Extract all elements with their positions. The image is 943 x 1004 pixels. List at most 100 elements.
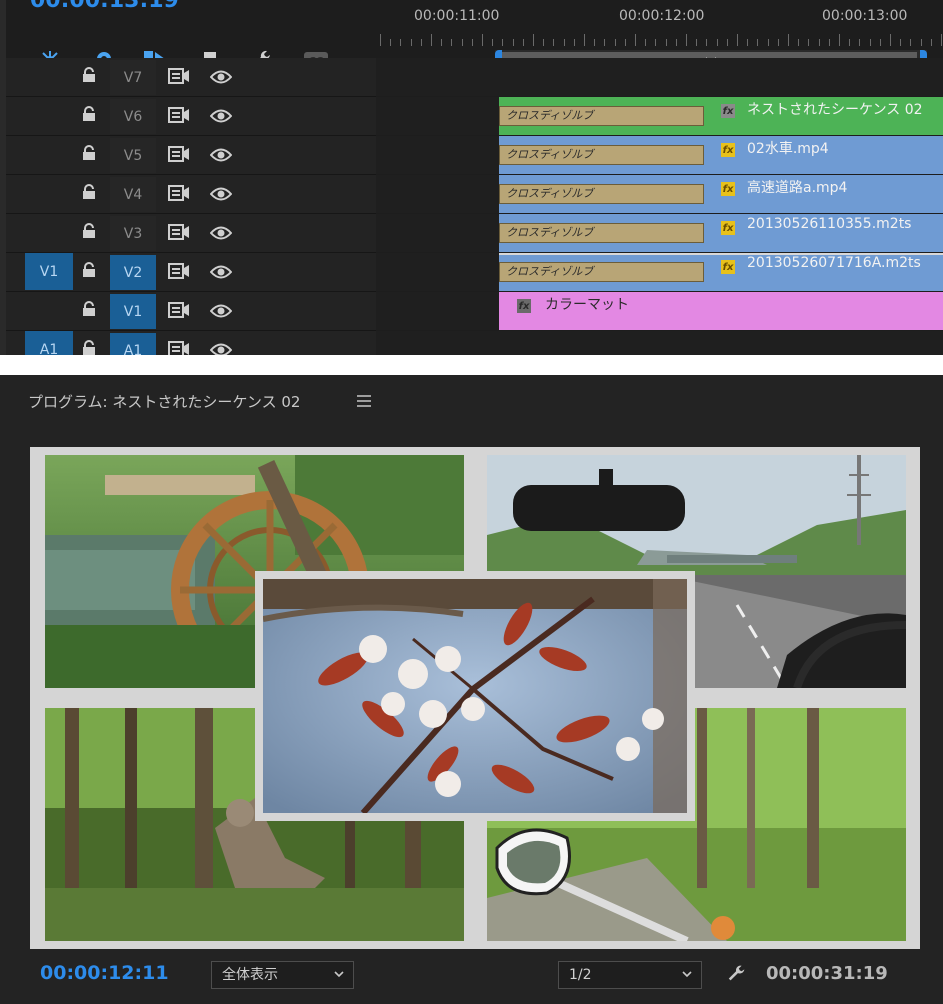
ruler-tick [492,39,494,46]
fx-badge-icon: fx [721,104,735,118]
transition-cross-dissolve[interactable]: クロスディゾルブ [499,223,704,243]
ruler-tick [859,39,861,46]
eye-icon[interactable] [209,303,233,322]
ruler-tick [869,39,871,46]
playhead-marker[interactable] [495,50,499,70]
eye-icon[interactable] [209,69,233,88]
track-header-v1[interactable]: V1 [6,292,376,331]
panel-title[interactable]: プログラム: ネストされたシーケンス 02 [28,391,300,412]
toggle-sync-lock-icon[interactable] [168,185,190,205]
ruler-tick [757,39,759,46]
lock-icon[interactable] [82,223,96,243]
ruler-tick [767,39,769,46]
video-frame[interactable] [30,447,920,949]
track-lane[interactable] [376,58,943,96]
chevron-down-icon [333,962,345,997]
track-lane[interactable] [376,331,943,355]
toggle-sync-lock-icon[interactable] [168,107,190,127]
zoom-level-select[interactable]: 全体表示 [211,961,354,989]
timeline-timecode[interactable]: 00:00:13:19 [30,0,179,13]
ruler-tick [726,39,728,46]
toggle-sync-lock-icon[interactable] [168,263,190,283]
track-target-v2[interactable]: V2 [110,255,156,290]
eye-icon[interactable] [209,147,233,166]
track-target-v6[interactable]: V6 [110,99,156,134]
track-header-v5[interactable]: V5 [6,136,376,175]
ruler-tick [890,34,891,46]
transition-cross-dissolve[interactable]: クロスディゾルブ [499,262,704,282]
transition-cross-dissolve[interactable]: クロスディゾルブ [499,184,704,204]
lock-icon[interactable] [82,301,96,321]
track-target-v4[interactable]: V4 [110,177,156,212]
settings-wrench-icon[interactable] [726,963,748,989]
playback-resolution-select[interactable]: 1/2 [558,961,702,989]
toggle-sync-lock-icon[interactable] [168,341,190,355]
ruler-tick [941,34,942,46]
toggle-sync-lock-icon[interactable] [168,146,190,166]
lock-icon[interactable] [82,67,96,87]
track-header-v7[interactable]: V7 [6,58,376,97]
track-header-v4[interactable]: V4 [6,175,376,214]
ruler-tick [808,39,810,46]
panel-gap [0,355,943,375]
eye-icon[interactable] [209,108,233,127]
ruler-tick [522,39,524,46]
eye-icon[interactable] [209,225,233,244]
lock-icon[interactable] [82,340,96,355]
timeline-panel: 00:00:13:19 00:00:11:00 00:00:12:00 00:0… [0,0,943,355]
track-header-v6[interactable]: V6 [6,97,376,136]
lock-icon[interactable] [82,184,96,204]
source-patch-v1[interactable]: V1 [25,253,73,290]
toggle-sync-lock-icon[interactable] [168,68,190,88]
hamburger-menu-icon[interactable] [357,392,371,411]
ruler-tick [706,39,708,46]
fx-badge-icon: fx [721,221,735,235]
ruler-tick [879,39,881,46]
clip-name: 高速道路a.mp4 [747,180,848,196]
ruler-tick [573,39,575,46]
lock-icon[interactable] [82,106,96,126]
time-ruler[interactable]: 00:00:11:00 00:00:12:00 00:00:13:00 [376,0,943,48]
eye-icon[interactable] [209,186,233,205]
ruler-tick [482,34,483,46]
track-target-v3[interactable]: V3 [110,216,156,251]
fx-badge-icon: fx [721,182,735,196]
ruler-tick [716,39,718,46]
ruler-tick [635,34,636,46]
ruler-tick [461,39,463,46]
clip-v1[interactable]: fx カラーマット [499,292,943,330]
source-patch-a1[interactable]: A1 [25,331,73,355]
sequence-duration: 00:00:31:19 [766,963,888,984]
ruler-tick [900,39,902,46]
eye-icon[interactable] [209,264,233,283]
ruler-tick [777,39,779,46]
ruler-tick [400,39,402,46]
toggle-sync-lock-icon[interactable] [168,224,190,244]
ruler-tick [512,39,514,46]
ruler-tick [920,39,922,46]
resolution-value: 1/2 [569,967,592,983]
transition-cross-dissolve[interactable]: クロスディゾルブ [499,106,704,126]
track-target-v5[interactable]: V5 [110,138,156,173]
track-target-a1[interactable]: A1 [110,333,156,355]
lock-icon[interactable] [82,262,96,282]
toggle-sync-lock-icon[interactable] [168,302,190,322]
clip-name: カラーマット [545,297,629,313]
track-target-v7[interactable]: V7 [110,60,156,95]
ruler-tick [818,39,820,46]
ruler-tick [910,39,912,46]
track-target-v1[interactable]: V1 [110,294,156,329]
track-header-v3[interactable]: V3 [6,214,376,253]
ruler-tick [614,39,616,46]
track-header-v2[interactable]: V1 V2 [6,253,376,292]
clip-name: 20130526110355.m2ts [747,216,912,232]
track-header-a1[interactable]: A1 A1 [6,331,376,355]
ruler-tick [798,39,800,46]
transition-cross-dissolve[interactable]: クロスディゾルブ [499,145,704,165]
lock-icon[interactable] [82,145,96,165]
eye-icon[interactable] [209,342,233,355]
ruler-tick [828,39,830,46]
ruler-label: 00:00:13:00 [822,8,908,24]
playhead-timecode[interactable]: 00:00:12:11 [40,962,169,984]
ruler-tick [686,34,687,46]
